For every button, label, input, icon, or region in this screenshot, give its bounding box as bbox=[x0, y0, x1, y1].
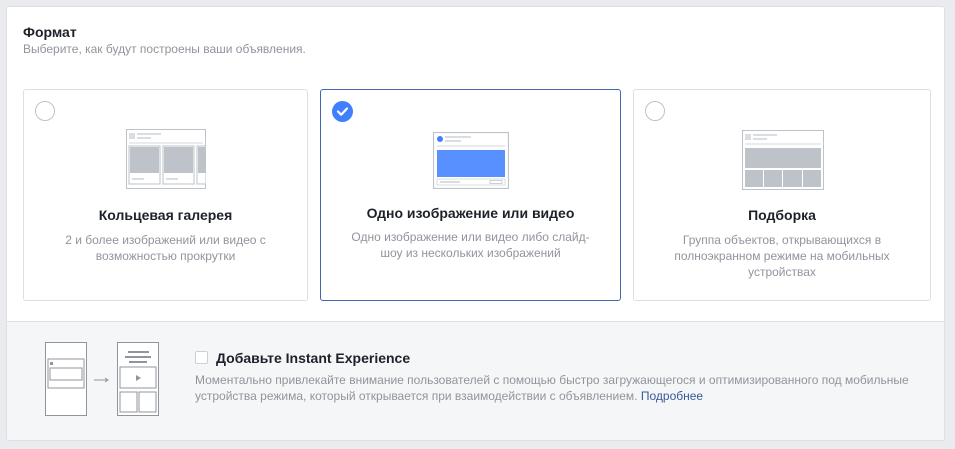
instant-experience-section: Добавьте Instant Experience Моментально … bbox=[7, 321, 944, 440]
selected-check-icon[interactable] bbox=[332, 101, 353, 122]
format-option-collection[interactable]: Подборка Группа объектов, открывающихся … bbox=[633, 89, 931, 301]
learn-more-link[interactable]: Подробнее bbox=[641, 389, 703, 403]
format-option-carousel[interactable]: Кольцевая галерея 2 и более изображений … bbox=[23, 89, 308, 301]
single-image-thumbnail-icon bbox=[433, 132, 509, 189]
instant-experience-checkbox[interactable] bbox=[195, 351, 208, 364]
format-option-single-image[interactable]: Одно изображение или видео Одно изображе… bbox=[320, 89, 621, 301]
instant-experience-description: Моментально привлекайте внимание пользов… bbox=[195, 372, 935, 404]
option-description: 2 и более изображений или видео с возмож… bbox=[65, 233, 266, 263]
option-title: Подборка bbox=[748, 207, 816, 223]
radio-button[interactable] bbox=[35, 101, 55, 121]
option-description: Группа объектов, открывающихся в полноэк… bbox=[674, 233, 890, 279]
option-title: Кольцевая галерея bbox=[98, 207, 233, 223]
instant-experience-description-text: Моментально привлекайте внимание пользов… bbox=[195, 373, 909, 403]
instant-experience-illustration-icon bbox=[45, 342, 159, 416]
format-title: Формат bbox=[23, 24, 77, 40]
collection-thumbnail-icon bbox=[742, 130, 824, 190]
instant-experience-title: Добавьте Instant Experience bbox=[216, 350, 411, 366]
carousel-thumbnail-icon bbox=[126, 129, 206, 189]
format-subtitle: Выберите, как будут построены ваши объяв… bbox=[23, 42, 306, 56]
format-panel: Формат Выберите, как будут построены ваш… bbox=[6, 6, 945, 441]
option-title: Одно изображение или видео bbox=[366, 205, 575, 221]
option-description: Одно изображение или видео либо слайд-шо… bbox=[351, 230, 590, 260]
radio-button[interactable] bbox=[645, 101, 665, 121]
